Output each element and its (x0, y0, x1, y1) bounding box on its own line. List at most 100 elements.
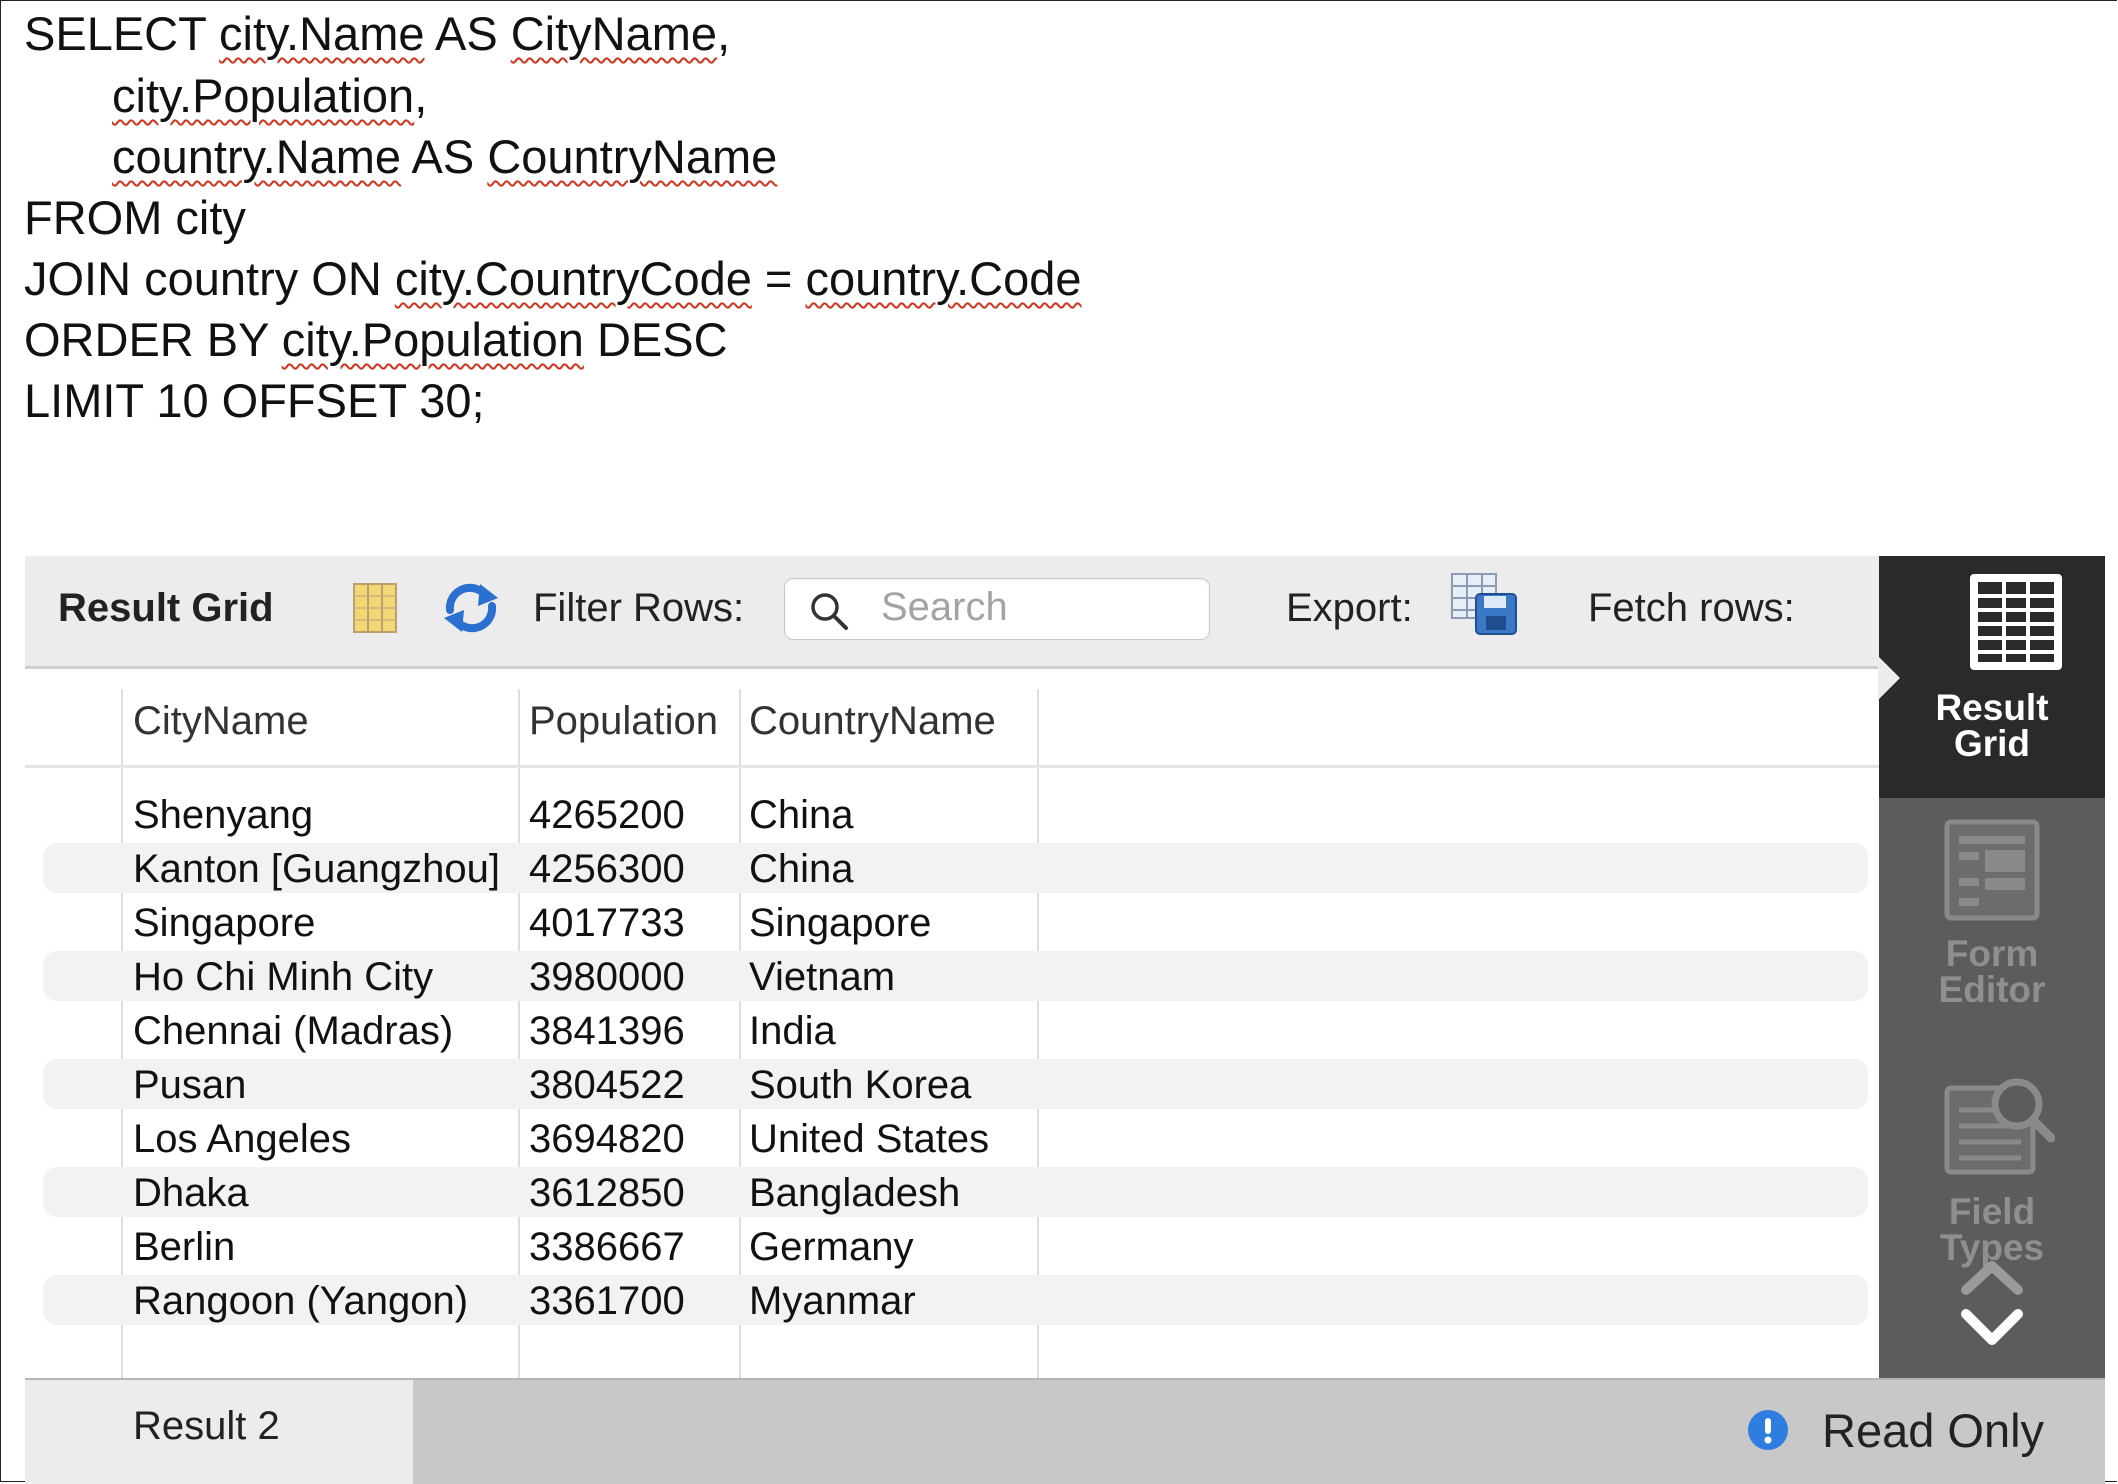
sql-line-6: ORDER BY city.Population DESC (24, 312, 728, 368)
cell-cityname[interactable]: Ho Chi Minh City (133, 955, 433, 1000)
column-header-countryname[interactable]: CountryName (749, 699, 996, 744)
sql-token: country.Name (112, 130, 402, 183)
cell-population[interactable]: 4256300 (529, 847, 685, 892)
cell-population[interactable]: 3841396 (529, 1009, 685, 1054)
sql-line-2: city.Population, (112, 68, 427, 124)
table-row[interactable]: Berlin 3386667 Germany (43, 1221, 1868, 1271)
sql-token: JOIN country ON (24, 252, 395, 305)
cell-countryname[interactable]: China (749, 793, 854, 838)
sql-token: CityName (510, 7, 718, 60)
cell-cityname[interactable]: Los Angeles (133, 1117, 351, 1162)
result-tabs-bar: Result 2 Read Only (25, 1378, 2105, 1484)
sql-token: CountryName (487, 130, 778, 183)
result-toolbar: Result Grid Filter Rows: Search Export: … (25, 556, 1879, 669)
result-panel: Result Grid Filter Rows: Search Export: … (25, 556, 2105, 1484)
sidebar-label-line: Grid (1953, 723, 2031, 764)
result-grid-title: Result Grid (58, 586, 274, 630)
sql-line-4: FROM city (24, 191, 246, 244)
cell-countryname[interactable]: Germany (749, 1225, 914, 1270)
sidebar-label-line: Form (1945, 933, 2039, 974)
fetch-rows-label: Fetch rows: (1588, 586, 1795, 630)
cell-population[interactable]: 3361700 (529, 1279, 685, 1324)
sidebar-item-result-grid[interactable]: Result Grid (1878, 556, 2105, 798)
sql-line-1: SELECT city.Name AS CityName, (24, 6, 730, 62)
form-editor-icon (1943, 818, 2041, 922)
sql-token: country.Code (805, 252, 1082, 305)
sql-token: , (414, 69, 428, 122)
cell-countryname[interactable]: Myanmar (749, 1279, 916, 1324)
cell-population[interactable]: 3694820 (529, 1117, 685, 1162)
sql-token: = (751, 252, 806, 305)
sql-token: city.Name (219, 7, 425, 60)
sql-token: DESC (583, 313, 728, 366)
cell-countryname[interactable]: Singapore (749, 901, 931, 946)
tab-label: Result 2 (133, 1404, 280, 1448)
table-row[interactable]: Rangoon (Yangon) 3361700 Myanmar (43, 1275, 1868, 1325)
cell-population[interactable]: 3980000 (529, 955, 685, 1000)
cell-cityname[interactable]: Rangoon (Yangon) (133, 1279, 468, 1324)
cell-population[interactable]: 4017733 (529, 901, 685, 946)
search-icon (809, 591, 849, 631)
sql-line-3: country.Name AS CountryName (112, 129, 777, 185)
cell-cityname[interactable]: Kanton [Guangzhou] (133, 847, 500, 892)
sidebar-label-line: Editor (1938, 969, 2046, 1010)
field-types-icon (1943, 1072, 2056, 1176)
cell-cityname[interactable]: Singapore (133, 901, 315, 946)
sidebar-label: Form Editor (1879, 933, 2105, 1010)
cell-countryname[interactable]: Bangladesh (749, 1171, 960, 1216)
tab-result-2[interactable]: Result 2 (25, 1380, 413, 1484)
table-row[interactable]: Singapore 4017733 Singapore (43, 897, 1868, 947)
table-row[interactable]: Los Angeles 3694820 United States (43, 1113, 1868, 1163)
table-row[interactable]: Ho Chi Minh City 3980000 Vietnam (43, 951, 1868, 1001)
sql-token: city.CountryCode (394, 252, 752, 305)
filter-search-input[interactable]: Search (784, 578, 1210, 640)
filter-rows-label: Filter Rows: (533, 586, 745, 630)
sql-token: city.Population (112, 69, 415, 122)
column-header-cityname[interactable]: CityName (133, 699, 309, 744)
sql-token: AS (401, 130, 488, 183)
cell-cityname[interactable]: Dhaka (133, 1171, 249, 1216)
sql-token: , (717, 7, 731, 60)
header-separator (25, 765, 1879, 768)
read-only-status: Read Only (1822, 1404, 2045, 1457)
sidebar-label-line: Field (1948, 1191, 2036, 1232)
sql-token: AS (424, 7, 511, 60)
cell-cityname[interactable]: Pusan (133, 1063, 246, 1108)
sidebar-item-form-editor[interactable]: Form Editor (1879, 818, 2105, 1038)
cell-countryname[interactable]: India (749, 1009, 836, 1054)
cell-population[interactable]: 3612850 (529, 1171, 685, 1216)
result-grid-icon (1968, 572, 2064, 672)
search-placeholder: Search (881, 585, 1008, 629)
sql-line-7: LIMIT 10 OFFSET 30; (24, 374, 485, 427)
cell-countryname[interactable]: Vietnam (749, 955, 895, 1000)
cell-population[interactable]: 3386667 (529, 1225, 685, 1270)
export-label: Export: (1286, 586, 1413, 630)
sidebar-label-line: Result (1935, 687, 2049, 728)
table-row[interactable]: Pusan 3804522 South Korea (43, 1059, 1868, 1109)
sql-token: city.Population (281, 313, 584, 366)
cell-cityname[interactable]: Shenyang (133, 793, 313, 838)
sql-token: SELECT (24, 7, 220, 60)
export-icon[interactable] (1450, 572, 1520, 638)
column-toggle-icon[interactable] (352, 582, 398, 634)
table-row[interactable]: Chennai (Madras) 3841396 India (43, 1005, 1868, 1055)
view-sidebar: Result Grid Form Editor Field Types (1878, 556, 2105, 1378)
cell-countryname[interactable]: South Korea (749, 1063, 971, 1108)
cell-population[interactable]: 4265200 (529, 793, 685, 838)
sql-token: ORDER BY (24, 313, 282, 366)
info-icon (1748, 1410, 1788, 1450)
cell-cityname[interactable]: Berlin (133, 1225, 235, 1270)
table-row[interactable]: Shenyang 4265200 China (43, 789, 1868, 839)
column-header-population[interactable]: Population (529, 699, 718, 744)
sql-line-5: JOIN country ON city.CountryCode = count… (24, 251, 1082, 307)
cell-countryname[interactable]: United States (749, 1117, 989, 1162)
cell-countryname[interactable]: China (749, 847, 854, 892)
result-grid[interactable]: CityName Population CountryName Shenyang… (25, 669, 1879, 1379)
table-row[interactable]: Kanton [Guangzhou] 4256300 China (43, 843, 1868, 893)
cell-cityname[interactable]: Chennai (Madras) (133, 1009, 453, 1054)
refresh-icon[interactable] (440, 580, 502, 636)
cell-population[interactable]: 3804522 (529, 1063, 685, 1108)
table-row[interactable]: Dhaka 3612850 Bangladesh (43, 1167, 1868, 1217)
sidebar-label: Result Grid (1879, 687, 2105, 764)
sidebar-scroll-arrows[interactable] (1958, 1256, 2026, 1356)
